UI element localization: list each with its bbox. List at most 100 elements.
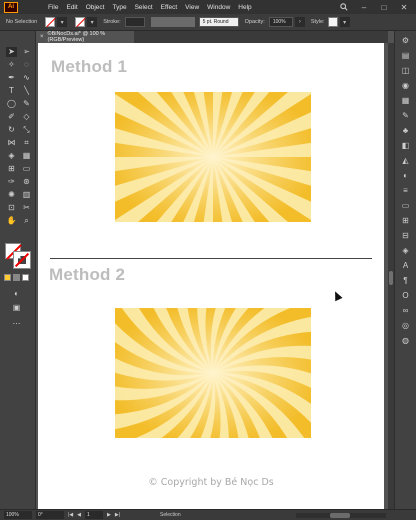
image-trace-panel-icon[interactable]: ◎ [400, 321, 412, 331]
slice-tool-icon[interactable]: ✂ [21, 203, 32, 213]
selection-tool-icon[interactable]: ➤ [6, 47, 17, 57]
paintbrush-tool-icon[interactable]: ✎ [21, 99, 32, 109]
maximize-button[interactable]: □ [378, 2, 390, 12]
menu-help[interactable]: Help [234, 4, 255, 11]
column-graph-tool-icon[interactable]: ▥ [21, 190, 32, 200]
next-artboard-button[interactable]: ▶ [107, 512, 111, 518]
stroke-panel-icon[interactable]: ≡ [400, 186, 412, 196]
sunburst-straight[interactable] [115, 92, 311, 222]
free-transform-tool-icon[interactable]: ⌗ [21, 138, 32, 148]
document-tab[interactable]: × ©BiNocDs.ai* @ 100 % (RGB/Preview) [36, 31, 134, 43]
screen-mode-icon[interactable]: ▣ [11, 303, 22, 313]
style-label: Style: [310, 19, 325, 25]
zoom-level-field[interactable]: 100% [4, 511, 32, 519]
menu-effect[interactable]: Effect [157, 4, 182, 11]
scale-tool-icon[interactable]: ⤡ [21, 125, 32, 135]
brush-definition-dropdown[interactable]: 5 pt. Round [198, 17, 239, 27]
first-artboard-button[interactable]: |◀ [68, 512, 73, 518]
none-mode-icon[interactable] [22, 274, 29, 281]
perspective-grid-tool-icon[interactable]: ▦ [21, 151, 32, 161]
blend-tool-icon[interactable]: ⊛ [21, 177, 32, 187]
menu-select[interactable]: Select [131, 4, 157, 11]
ellipse-tool-icon[interactable]: ◯ [6, 99, 17, 109]
brushes-panel-icon[interactable]: ✎ [400, 111, 412, 121]
graphic-styles-panel-icon[interactable]: ◧ [400, 141, 412, 151]
opentype-panel-icon[interactable]: O [400, 291, 412, 301]
eraser-tool-icon[interactable]: ◇ [21, 112, 32, 122]
previous-artboard-button[interactable]: ◀ [77, 512, 81, 518]
stroke-dropdown-icon[interactable]: ▾ [87, 17, 98, 27]
gradient-mode-icon[interactable] [13, 274, 20, 281]
search-icon[interactable] [338, 2, 350, 12]
menu-type[interactable]: Type [108, 4, 130, 11]
direct-selection-tool-icon[interactable]: ➢ [21, 47, 32, 57]
links-panel-icon[interactable]: ∞ [400, 306, 412, 316]
opacity-field[interactable]: 100% [268, 17, 293, 27]
rotation-field[interactable]: 0° [36, 511, 64, 519]
vertical-scroll-thumb[interactable] [389, 271, 393, 285]
magic-wand-tool-icon[interactable]: ✧ [6, 60, 17, 70]
gradient-panel-icon[interactable]: ▭ [400, 201, 412, 211]
character-panel-icon[interactable]: A [400, 261, 412, 271]
menu-file[interactable]: File [44, 4, 62, 11]
minimize-button[interactable]: – [358, 2, 370, 12]
tab-close-icon[interactable]: × [40, 34, 44, 40]
last-artboard-button[interactable]: ▶| [115, 512, 120, 518]
menu-view[interactable]: View [181, 4, 203, 11]
style-dropdown-icon[interactable]: ▾ [339, 17, 350, 27]
close-button[interactable]: ✕ [398, 2, 410, 12]
fill-swatch[interactable] [45, 17, 56, 27]
menu-bar: Ai File Edit Object Type Select Effect V… [0, 0, 416, 14]
artboard-tool-icon[interactable]: ⊡ [6, 203, 17, 213]
pen-tool-icon[interactable]: ✒ [6, 73, 17, 83]
menu-edit[interactable]: Edit [62, 4, 81, 11]
width-tool-icon[interactable]: ⋈ [6, 138, 17, 148]
lasso-tool-icon[interactable]: ◌ [21, 60, 32, 70]
menu-object[interactable]: Object [82, 4, 109, 11]
eyedropper-tool-icon[interactable]: ✑ [6, 177, 17, 187]
artboard-number-field[interactable]: 1 [85, 511, 104, 519]
window-controls: – □ ✕ [338, 2, 410, 12]
rotate-tool-icon[interactable]: ↻ [6, 125, 17, 135]
color-mode-icon[interactable] [4, 274, 11, 281]
artboard[interactable]: Method 1 Method 2 © Copyright by Bé Nọc … [38, 43, 384, 509]
appearance-panel-icon[interactable]: ◭ [400, 156, 412, 166]
graphic-style-swatch[interactable] [327, 17, 338, 27]
libraries-panel-icon[interactable]: ▤ [400, 51, 412, 61]
stroke-color-icon[interactable] [13, 251, 31, 269]
shape-builder-tool-icon[interactable]: ◈ [6, 151, 17, 161]
line-tool-icon[interactable]: ╲ [21, 86, 32, 96]
type-tool-icon[interactable]: T [6, 86, 17, 96]
shaper-tool-icon[interactable]: ✐ [6, 112, 17, 122]
stroke-label: Stroke: [103, 19, 121, 25]
zoom-tool-icon[interactable]: ⌕ [21, 216, 32, 226]
fill-dropdown-icon[interactable]: ▾ [57, 17, 68, 27]
pathfinder-panel-icon[interactable]: ◈ [400, 246, 412, 256]
more-tools-icon[interactable]: ⋯ [11, 319, 22, 329]
gradient-tool-icon[interactable]: ▭ [21, 164, 32, 174]
curvature-tool-icon[interactable]: ∿ [21, 73, 32, 83]
layers-panel-icon[interactable]: ◫ [400, 66, 412, 76]
color-mode-buttons [4, 274, 29, 281]
sunburst-twisted[interactable] [115, 308, 311, 438]
paragraph-panel-icon[interactable]: ¶ [400, 276, 412, 286]
variable-width-profile[interactable] [150, 17, 195, 27]
color-panel-icon[interactable]: ◉ [400, 81, 412, 91]
symbol-sprayer-tool-icon[interactable]: ✺ [6, 190, 17, 200]
draw-mode-icon[interactable]: ◐ [11, 289, 22, 299]
opacity-dropdown-icon[interactable]: › [294, 17, 305, 27]
symbols-panel-icon[interactable]: ♣ [400, 126, 412, 136]
swatches-panel-icon[interactable]: ▦ [400, 96, 412, 106]
hand-tool-icon[interactable]: ✋ [6, 216, 17, 226]
align-panel-icon[interactable]: ⊟ [400, 231, 412, 241]
menu-window[interactable]: Window [203, 4, 234, 11]
stroke-weight-field[interactable] [124, 17, 145, 27]
mesh-tool-icon[interactable]: ⊞ [6, 164, 17, 174]
navigator-panel-icon[interactable]: ◍ [400, 336, 412, 346]
stroke-swatch[interactable] [75, 17, 86, 27]
transform-panel-icon[interactable]: ⊞ [400, 216, 412, 226]
canvas[interactable]: Method 1 Method 2 © Copyright by Bé Nọc … [36, 43, 388, 509]
horizontal-scrollbar[interactable] [296, 512, 386, 518]
properties-panel-icon[interactable]: ⚙ [400, 36, 412, 46]
transparency-panel-icon[interactable]: ◐ [400, 171, 412, 181]
